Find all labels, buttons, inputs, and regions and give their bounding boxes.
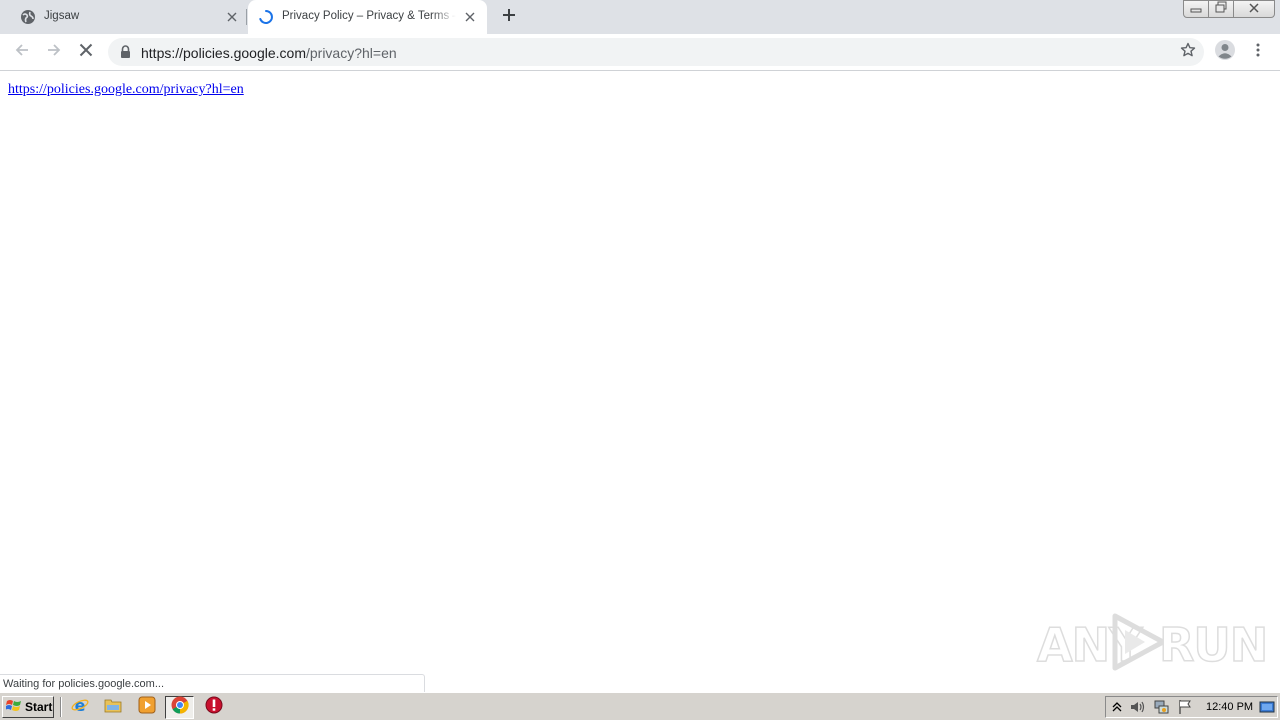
anyrun-watermark-logo: ANY RUN (1036, 610, 1269, 673)
back-arrow-icon (14, 42, 30, 63)
stop-loading-button[interactable] (74, 40, 98, 64)
stop-sign-launcher[interactable] (204, 696, 224, 719)
tab-title: Jigsaw (44, 10, 80, 22)
profile-button[interactable] (1213, 39, 1237, 66)
browser-toolbar: https://policies.google.com/privacy?hl=e… (0, 34, 1280, 71)
tab-divider (246, 9, 247, 25)
tab-jigsaw[interactable]: Jigsaw (8, 0, 246, 34)
bookmark-star-button[interactable] (1176, 40, 1200, 64)
star-icon (1180, 42, 1196, 63)
volume-icon[interactable] (1129, 699, 1145, 715)
taskbar-separator (60, 697, 62, 717)
tab-privacy-policy[interactable]: Privacy Policy – Privacy & Terms – Googl… (248, 0, 487, 34)
restore-icon (1215, 0, 1227, 18)
tab-title: Privacy Policy – Privacy & Terms – Googl… (282, 10, 456, 22)
system-tray: 12:40 PM (1105, 696, 1278, 718)
privacy-policy-link[interactable]: https://policies.google.com/privacy?hl=e… (8, 82, 244, 98)
address-bar[interactable]: https://policies.google.com/privacy?hl=e… (108, 38, 1204, 66)
watermark-text-right: RUN (1158, 617, 1269, 673)
new-tab-button[interactable] (498, 6, 520, 28)
chrome-taskbar-button[interactable] (165, 696, 194, 719)
profile-icon (1214, 39, 1236, 66)
forward-arrow-icon (46, 42, 62, 63)
close-icon (1248, 0, 1260, 18)
stop-sign-icon (205, 696, 223, 719)
plus-icon (502, 8, 516, 27)
screen: Jigsaw Privacy Policy – Privacy & Terms … (0, 0, 1280, 720)
show-hidden-icons-arrow[interactable] (1109, 699, 1125, 715)
close-tab-icon[interactable] (462, 9, 478, 25)
close-tab-icon[interactable] (224, 9, 240, 25)
status-bubble: Waiting for policies.google.com... (0, 674, 425, 693)
minimize-button[interactable] (1183, 0, 1209, 18)
lock-icon[interactable] (120, 45, 131, 63)
globe-icon (20, 9, 36, 28)
loading-spinner-icon (258, 9, 274, 28)
start-button[interactable]: Start (2, 696, 54, 718)
media-player-launcher[interactable] (137, 696, 157, 719)
start-label: Start (25, 700, 53, 714)
show-desktop-icon[interactable] (1259, 699, 1275, 715)
clock[interactable]: 12:40 PM (1206, 701, 1253, 713)
back-button[interactable] (10, 40, 34, 64)
url-host: https://policies.google.com (141, 45, 306, 61)
forward-button[interactable] (42, 40, 66, 64)
action-center-flag-icon[interactable] (1177, 699, 1193, 715)
tab-strip: Jigsaw Privacy Policy – Privacy & Terms … (0, 0, 1280, 34)
url-text[interactable]: https://policies.google.com/privacy?hl=e… (141, 45, 397, 61)
close-window-button[interactable] (1233, 0, 1275, 18)
chrome-icon (171, 696, 189, 719)
url-path: /privacy?hl=en (305, 45, 397, 61)
internet-explorer-launcher[interactable]: e (70, 696, 90, 719)
internet-explorer-icon: e (71, 696, 89, 719)
file-explorer-launcher[interactable] (103, 698, 123, 716)
page-content: https://policies.google.com/privacy?hl=e… (0, 72, 1280, 693)
media-player-icon (138, 696, 156, 719)
file-explorer-icon (104, 697, 122, 718)
network-icon[interactable] (1153, 699, 1169, 715)
browser-menu-button[interactable] (1246, 40, 1270, 64)
svg-text:e: e (75, 696, 86, 714)
stop-icon (79, 43, 93, 62)
restore-button[interactable] (1208, 0, 1234, 18)
minimize-icon (1190, 0, 1202, 18)
taskbar: Start e 12:40 PM (0, 692, 1280, 720)
windows-logo-icon (5, 699, 22, 716)
kebab-menu-icon (1256, 43, 1260, 62)
